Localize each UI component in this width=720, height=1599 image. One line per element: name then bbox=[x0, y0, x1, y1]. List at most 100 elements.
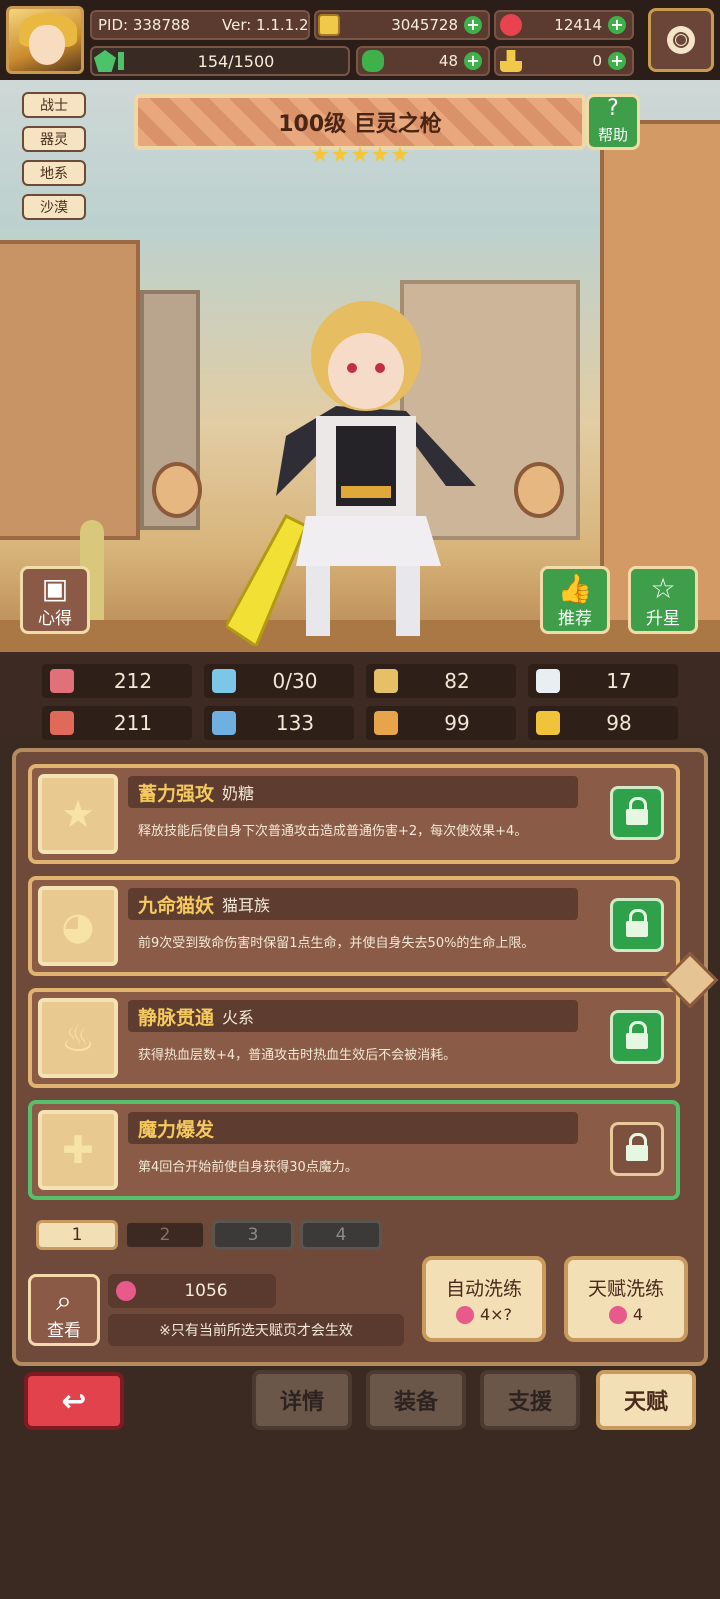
stat-value: 98 bbox=[606, 711, 632, 735]
active-page-note: ※只有当前所选天赋页才会生效 bbox=[108, 1314, 404, 1346]
fire-icon: ♨ bbox=[60, 1016, 96, 1060]
notes-label: 心得 bbox=[38, 609, 72, 629]
talent-card[interactable]: ✚ 魔力爆发第4回合开始前使自身获得30点魔力。 bbox=[28, 1100, 680, 1200]
nav-talent-button[interactable]: 天赋 bbox=[596, 1370, 696, 1430]
add-key-button[interactable]: + bbox=[608, 52, 626, 70]
peach-icon bbox=[455, 1305, 474, 1324]
tag-element: 地系 bbox=[22, 160, 86, 186]
gold-value: 3045728 bbox=[391, 16, 458, 34]
view-label: 查看 bbox=[47, 1321, 81, 1341]
talent-refine-cost: 4 bbox=[608, 1305, 643, 1324]
version-label: Ver: 1.1.1.2 bbox=[222, 10, 314, 40]
talent-card[interactable]: ♨ 静脉贯通 火系获得热血层数+4，普通攻击时热血生效后不会被消耗。 bbox=[28, 988, 680, 1088]
gem-counter: 12414 + bbox=[494, 10, 634, 40]
lock-icon bbox=[626, 909, 648, 937]
cat-icon: ◕ bbox=[61, 904, 95, 948]
talent-page-tab-1[interactable]: 1 bbox=[36, 1220, 118, 1250]
star-icon bbox=[352, 146, 368, 162]
unlock-toggle-button[interactable] bbox=[610, 1122, 664, 1176]
lock-toggle-button[interactable] bbox=[610, 1010, 664, 1064]
help-button[interactable]: ? 帮助 bbox=[586, 94, 640, 150]
red-gem-icon bbox=[500, 14, 522, 36]
horseshoe-icon bbox=[536, 711, 560, 735]
talent-header: 魔力爆发 bbox=[128, 1112, 578, 1144]
back-arrow-icon[interactable]: ↩ bbox=[24, 1372, 124, 1430]
canyon-rock-right bbox=[600, 120, 720, 640]
settings-gear-icon[interactable] bbox=[648, 8, 714, 72]
magnifier-icon: ⌕ bbox=[56, 1284, 72, 1317]
talent-page-tab-3[interactable]: 3 bbox=[212, 1220, 294, 1250]
tag-class: 战士 bbox=[22, 92, 86, 118]
cross-icon: ✚ bbox=[62, 1128, 94, 1172]
talent-tag: 火系 bbox=[222, 1008, 255, 1027]
lock-toggle-button[interactable] bbox=[610, 786, 664, 840]
talent-name: 魔力爆发 bbox=[138, 1118, 215, 1141]
talent-portrait: ✚ bbox=[38, 1110, 118, 1190]
notes-icon: ▣ bbox=[41, 572, 69, 605]
auto-refine-button[interactable]: 自动洗练 4×? bbox=[422, 1256, 546, 1342]
recommend-label: 推荐 bbox=[558, 609, 592, 629]
shield-icon bbox=[374, 669, 398, 693]
lock-toggle-button[interactable] bbox=[610, 898, 664, 952]
talent-tag: 猫耳族 bbox=[222, 896, 271, 915]
notes-button[interactable]: ▣ 心得 bbox=[20, 566, 90, 634]
key-counter: 0 + bbox=[494, 46, 634, 76]
clover-counter: 48 + bbox=[356, 46, 490, 76]
clover-icon bbox=[362, 50, 384, 72]
unlocked-icon bbox=[626, 1133, 648, 1161]
talent-portrait: ★ bbox=[38, 774, 118, 854]
star-up-label: 升星 bbox=[646, 609, 680, 629]
stat-stairs: 99 bbox=[366, 706, 516, 740]
lock-icon bbox=[626, 1021, 648, 1049]
talent-description: 获得热血层数+4，普通攻击时热血生效后不会被消耗。 bbox=[138, 1048, 457, 1063]
hero-title-banner: 100级 巨灵之枪 bbox=[134, 94, 586, 150]
talent-description: 前9次受到致命伤害时保留1点生命，并使自身失去50%的生命上限。 bbox=[138, 936, 535, 951]
stat-wing: 17 bbox=[528, 664, 678, 698]
nav-equipment-button[interactable]: 装备 bbox=[366, 1370, 466, 1430]
talent-header: 九命猫妖 猫耳族 bbox=[128, 888, 578, 920]
stat-mana-drop: 0/30 bbox=[204, 664, 354, 698]
stat-value: 17 bbox=[606, 669, 632, 693]
peach-icon bbox=[116, 1281, 136, 1301]
nav-support-button[interactable]: 支援 bbox=[480, 1370, 580, 1430]
talent-header: 蓄力强攻 奶糖 bbox=[128, 776, 578, 808]
talent-page-tab-2[interactable]: 2 bbox=[124, 1220, 206, 1250]
auto-refine-cost-value: 4×? bbox=[479, 1305, 513, 1324]
auto-refine-label: 自动洗练 bbox=[445, 1278, 522, 1300]
auto-refine-cost: 4×? bbox=[455, 1305, 513, 1324]
mana-drop-icon bbox=[212, 669, 236, 693]
next-hero-arrow-icon[interactable] bbox=[514, 462, 564, 518]
stat-heart: 212 bbox=[42, 664, 192, 698]
player-avatar[interactable] bbox=[6, 6, 84, 74]
add-gold-button[interactable]: + bbox=[464, 16, 482, 34]
star-icon bbox=[332, 146, 348, 162]
stat-fist: 211 bbox=[42, 706, 192, 740]
stairs-icon bbox=[374, 711, 398, 735]
talent-name: 静脉贯通 bbox=[138, 1006, 215, 1029]
star-rating bbox=[312, 146, 408, 166]
key-value: 0 bbox=[592, 52, 602, 70]
nav-details-button[interactable]: 详情 bbox=[252, 1370, 352, 1430]
tag-terrain: 沙漠 bbox=[22, 194, 86, 220]
star-up-button[interactable]: ☆ 升星 bbox=[628, 566, 698, 634]
talent-description: 第4回合开始前使自身获得30点魔力。 bbox=[138, 1160, 358, 1175]
recommend-button[interactable]: 👍 推荐 bbox=[540, 566, 610, 634]
talent-card[interactable]: ★ 蓄力强攻 奶糖 释放技能后使自身下次普通攻击造成普通伤害+2，每次使效果+4。 bbox=[28, 764, 680, 864]
gold-counter: 3045728 + bbox=[314, 10, 490, 40]
energy-bar: 154/1500 bbox=[90, 46, 350, 76]
talent-name: 蓄力强攻 bbox=[138, 782, 215, 805]
stat-shield: 82 bbox=[366, 664, 516, 698]
talent-refine-button[interactable]: 天赋洗练 4 bbox=[564, 1256, 688, 1342]
add-clover-button[interactable]: + bbox=[464, 52, 482, 70]
prev-hero-arrow-icon[interactable] bbox=[152, 462, 202, 518]
stat-value: 99 bbox=[444, 711, 470, 735]
talent-page-tab-4[interactable]: 4 bbox=[300, 1220, 382, 1250]
talent-card[interactable]: ◕ 九命猫妖 猫耳族前9次受到致命伤害时保留1点生命，并使自身失去50%的生命上限。 bbox=[28, 876, 680, 976]
talent-tag: 奶糖 bbox=[222, 784, 255, 803]
add-gem-button[interactable]: + bbox=[608, 16, 626, 34]
tag-type: 器灵 bbox=[22, 126, 86, 152]
lock-icon bbox=[626, 797, 648, 825]
star-icon: ★ bbox=[60, 792, 96, 836]
stat-value: 211 bbox=[113, 711, 153, 735]
view-button[interactable]: ⌕ 查看 bbox=[28, 1274, 100, 1346]
